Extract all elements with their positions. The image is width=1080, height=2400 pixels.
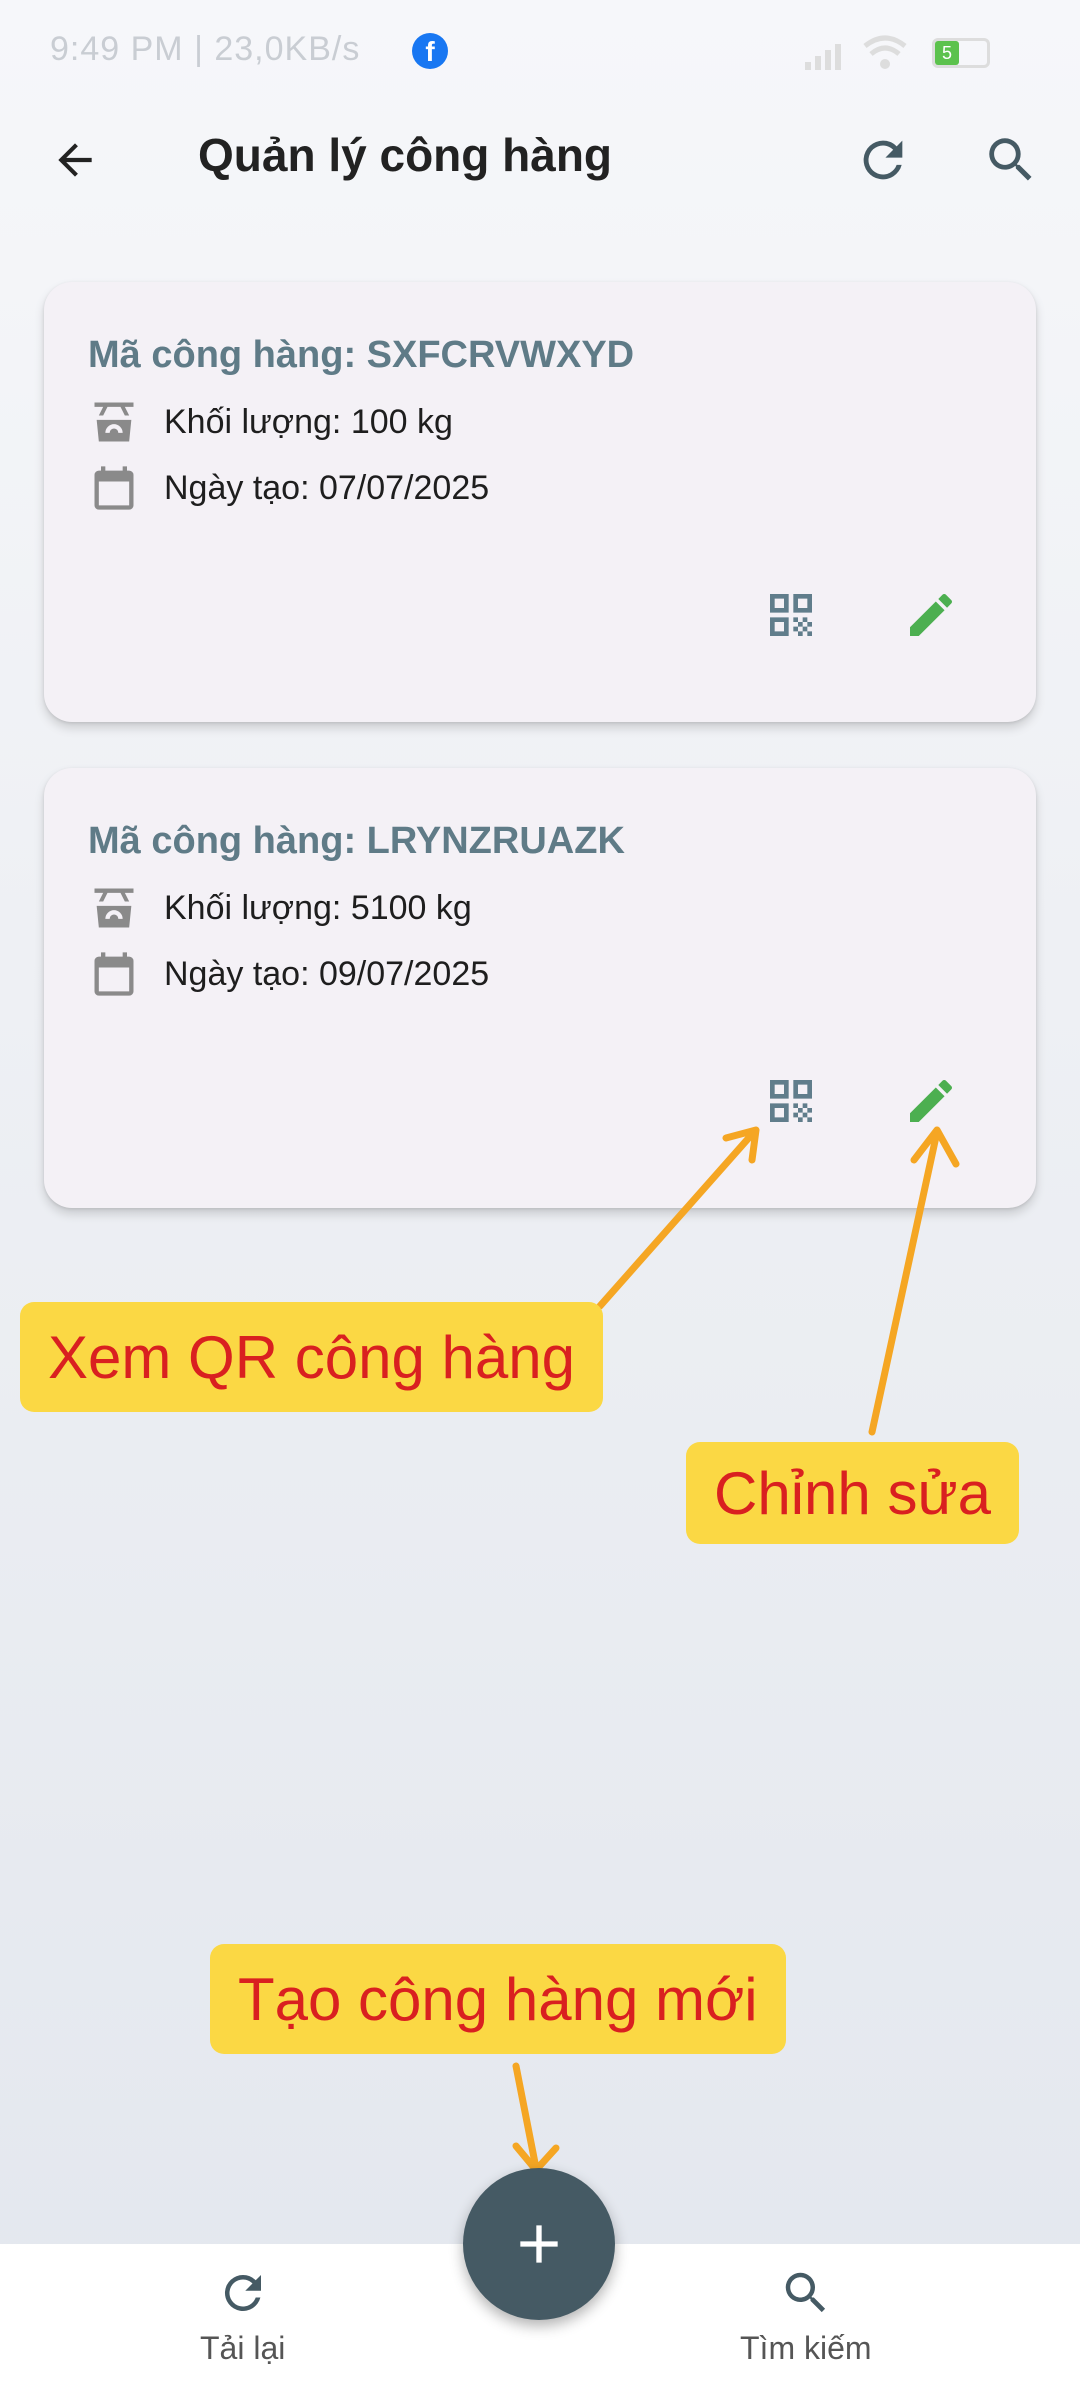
arrow-to-edit bbox=[868, 1126, 960, 1436]
arrow-to-fab bbox=[512, 2062, 560, 2174]
plus-icon bbox=[520, 2225, 558, 2263]
nav-search-label: Tìm kiếm bbox=[740, 2330, 872, 2366]
create-shipment-button[interactable] bbox=[463, 2168, 615, 2320]
nav-reload-label: Tải lại bbox=[200, 2330, 286, 2366]
callout-view-qr: Xem QR công hàng bbox=[20, 1302, 603, 1412]
callout-create: Tạo công hàng mới bbox=[210, 1944, 786, 2054]
nav-reload[interactable]: Tải lại bbox=[200, 2266, 285, 2367]
nav-search[interactable]: Tìm kiếm bbox=[740, 2266, 872, 2367]
search-icon bbox=[785, 2272, 825, 2313]
arrow-to-qr bbox=[596, 1126, 760, 1310]
callout-edit: Chỉnh sửa bbox=[686, 1442, 1019, 1544]
refresh-icon bbox=[224, 2275, 261, 2311]
